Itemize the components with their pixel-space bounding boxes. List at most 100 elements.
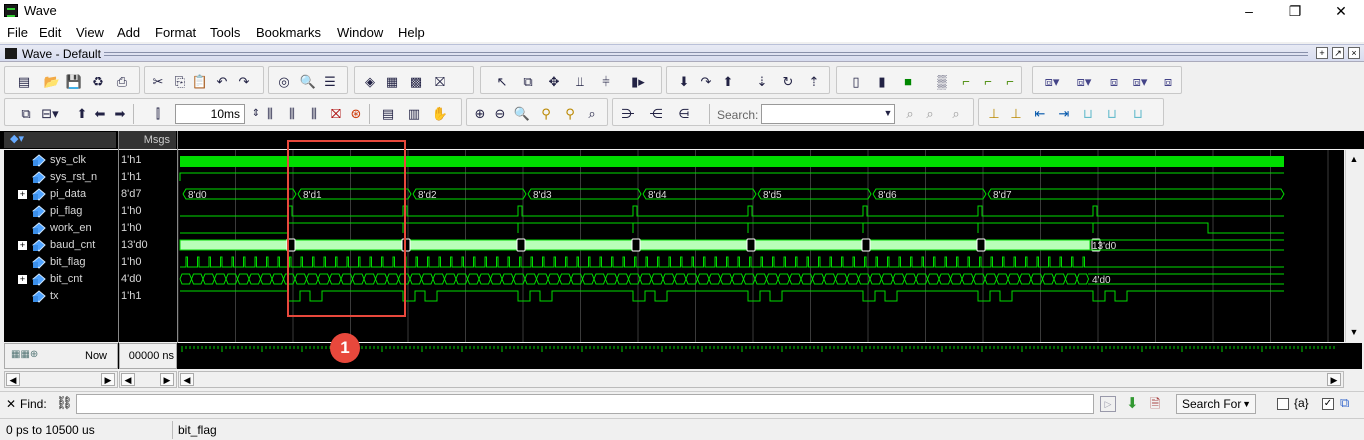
prev-cursor-icon[interactable]: ⇤ (1031, 105, 1049, 122)
run-length-field[interactable]: 10ms (175, 104, 245, 124)
menu-add[interactable]: Add (117, 25, 140, 40)
signal-row[interactable]: + baud_cnt (4, 237, 118, 254)
format-rise-icon[interactable]: ⌐ (957, 73, 975, 90)
scroll-down-icon[interactable]: ▼ (1348, 325, 1360, 339)
step-down-icon[interactable]: ⇣ (753, 73, 771, 90)
vertical-scrollbar[interactable]: ▲ ▼ (1345, 150, 1362, 342)
save-icon[interactable]: 💾 (65, 73, 83, 90)
dataflow-add-icon[interactable]: ⧈▾ (1075, 73, 1093, 90)
minimize-button[interactable]: – (1226, 0, 1272, 22)
zoom-out-icon[interactable]: ⊖ (491, 105, 509, 122)
value-hscrollbar[interactable]: ◀ ▶ (119, 371, 177, 388)
hand-icon[interactable]: ✋ (431, 105, 449, 122)
insert-cursor-icon[interactable]: ⫩ (597, 73, 615, 90)
performance-icon[interactable]: ▤ (379, 105, 397, 122)
dataflow-expand-icon[interactable]: ⧈ (1105, 73, 1123, 90)
signal-row[interactable]: + pi_data (4, 186, 118, 203)
binoculars-icon[interactable]: ⛓ (56, 395, 73, 411)
move-up-icon[interactable]: ⬆ (73, 105, 91, 122)
format-event-icon[interactable]: ■ (899, 73, 917, 90)
expand-icon[interactable]: + (18, 275, 27, 284)
run-length-icon[interactable]: ⫿ (149, 105, 167, 122)
format-analog-icon[interactable]: ▒ (933, 73, 951, 90)
signal-row[interactable]: sys_clk (4, 152, 118, 169)
search-input[interactable] (761, 104, 895, 124)
step-loop-icon[interactable]: ↻ (779, 73, 797, 90)
signal-selector[interactable]: ◆▾ (4, 132, 116, 148)
continue-icon[interactable]: ⫼ (283, 105, 301, 122)
format-logic-icon[interactable]: ▮ (873, 73, 891, 90)
case-checkbox[interactable]: ✓ (1322, 398, 1334, 410)
format-edge-icon[interactable]: ⌐ (1001, 73, 1019, 90)
move-right-icon[interactable]: ➡ (111, 105, 129, 122)
memory-icon[interactable]: ▥ (405, 105, 423, 122)
run-all-icon[interactable]: ⫼ (305, 105, 323, 122)
menu-window[interactable]: Window (337, 25, 383, 40)
menu-format[interactable]: Format (155, 25, 196, 40)
new-file-icon[interactable]: ▤ (15, 73, 33, 90)
add-divider-icon[interactable]: ⊟▾ (41, 105, 59, 122)
compile-icon[interactable]: ◈ (361, 73, 379, 90)
reload-icon[interactable]: ♻ (89, 73, 107, 90)
signal-hscrollbar[interactable]: ◀ ▶ (4, 371, 118, 388)
signal-row[interactable]: sys_rst_n (4, 169, 118, 186)
lock-cursor-icon[interactable]: ⊔ (1079, 105, 1097, 122)
find-transition-icon[interactable]: ⋳ (675, 105, 693, 122)
menu-edit[interactable]: Edit (39, 25, 61, 40)
add-wave-icon[interactable]: ⧉ (17, 105, 35, 122)
signal-row[interactable]: pi_flag (4, 203, 118, 220)
find-close-button[interactable]: ✕ (6, 397, 16, 411)
panel-drag-grip[interactable] (104, 52, 1308, 56)
scroll-up-icon[interactable]: ▲ (1348, 152, 1360, 166)
menu-view[interactable]: View (76, 25, 104, 40)
menu-tools[interactable]: Tools (210, 25, 240, 40)
open-file-icon[interactable]: 📂 (43, 73, 61, 90)
pan-mode-icon[interactable]: ✥ (545, 73, 563, 90)
find-prev-edge-icon[interactable]: ⋺ (619, 105, 637, 122)
format-fall-icon[interactable]: ⌐ (979, 73, 997, 90)
expand-icon[interactable]: + (18, 241, 27, 250)
break-run-icon[interactable]: ⛝ (327, 105, 345, 122)
wave-hscrollbar[interactable]: ◀ ▶ (178, 371, 1344, 388)
zoom-mode-icon[interactable]: ⧉ (519, 73, 537, 90)
close-button[interactable]: ✕ (1318, 0, 1364, 22)
wave-scroll-left-icon[interactable]: ◀ (180, 373, 194, 386)
edit-mode-icon[interactable]: ⫫ (571, 73, 589, 90)
menu-bookmarks[interactable]: Bookmarks (256, 25, 321, 40)
signal-row[interactable]: work_en (4, 220, 118, 237)
step-into-icon[interactable]: ⬇ (675, 73, 693, 90)
cursor-options-icon[interactable]: ⊔ (1129, 105, 1147, 122)
cut-icon[interactable]: ✂ (149, 73, 167, 90)
next-cursor-icon[interactable]: ⇥ (1055, 105, 1073, 122)
search-for-dropdown[interactable]: Search For ▼ (1176, 394, 1256, 414)
search-backward-icon[interactable]: ⌕ (921, 105, 939, 122)
select-pointer-icon[interactable]: ↖ (493, 73, 511, 90)
find-binoculars-icon[interactable]: 🔍 (299, 73, 317, 90)
paste-icon[interactable]: 📋 (191, 73, 209, 90)
stop-run-icon[interactable]: ⊛ (347, 105, 365, 122)
step-up-icon[interactable]: ⇡ (805, 73, 823, 90)
run-icon[interactable]: ▮▸ (629, 73, 647, 90)
menu-file[interactable]: File (7, 25, 28, 40)
delete-cursor-icon[interactable]: ⊥ (1007, 105, 1025, 122)
undo-icon[interactable]: ↶ (213, 73, 231, 90)
zoom-range-icon[interactable]: ⚲ (561, 105, 579, 122)
signal-row[interactable]: tx (4, 288, 118, 305)
stop-icon[interactable]: ◎ (275, 73, 293, 90)
value-scroll-left-icon[interactable]: ◀ (121, 373, 135, 386)
panel-close-icon[interactable]: × (1348, 47, 1360, 59)
format-literal-icon[interactable]: ▯ (847, 73, 865, 90)
menu-help[interactable]: Help (398, 25, 425, 40)
compile-all-icon[interactable]: ▦ (383, 73, 401, 90)
regex-checkbox[interactable] (1277, 398, 1289, 410)
add-cursor-icon[interactable]: ⊥ (985, 105, 1003, 122)
undock-icon[interactable]: ↗ (1332, 47, 1344, 59)
cursor-icons[interactable]: ▦▦⊕ (11, 349, 38, 360)
find-input[interactable] (76, 394, 1094, 414)
snap-cursor-icon[interactable]: ⊔ (1103, 105, 1121, 122)
find-next-edge-icon[interactable]: ⋲ (647, 105, 665, 122)
dataflow-icon[interactable]: ⧈▾ (1043, 73, 1061, 90)
search-dropdown-icon[interactable]: ▼ (879, 105, 897, 122)
find-down-icon[interactable]: ⬇ (1126, 394, 1139, 412)
redo-icon[interactable]: ↷ (235, 73, 253, 90)
